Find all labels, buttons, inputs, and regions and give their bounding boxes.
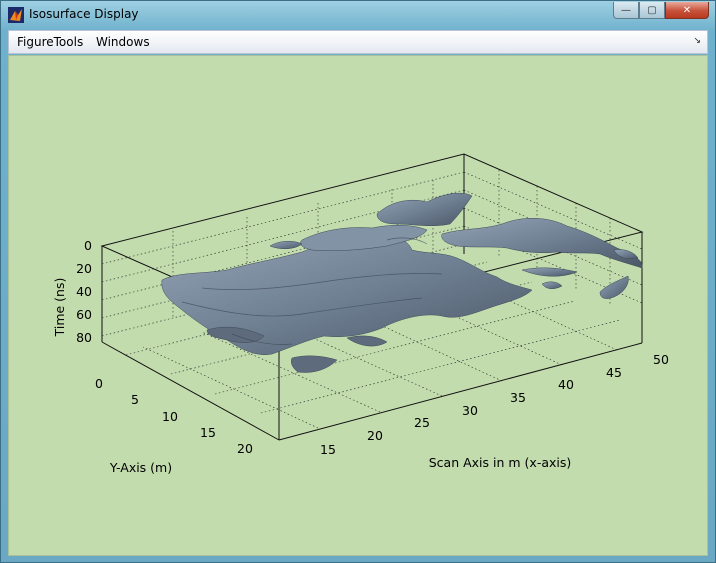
z-axis-ticks: 0 20 40 60 80 bbox=[76, 238, 92, 345]
z-tick-40: 40 bbox=[76, 284, 92, 299]
y-tick-15: 15 bbox=[200, 425, 216, 440]
close-icon: ✕ bbox=[682, 4, 692, 16]
x-tick-35: 35 bbox=[510, 390, 526, 405]
minimize-button[interactable]: — bbox=[613, 2, 639, 19]
x-tick-15: 15 bbox=[320, 442, 336, 457]
z-tick-80: 80 bbox=[76, 330, 92, 345]
y-axis-ticks: 0 5 10 15 20 bbox=[95, 376, 253, 456]
y-axis-label: Y-Axis (m) bbox=[109, 460, 172, 475]
figure-area: 0 20 40 60 80 0 5 10 15 20 15 20 25 30 3… bbox=[8, 55, 708, 556]
x-axis-label: Scan Axis in m (x-axis) bbox=[429, 455, 572, 470]
z-tick-20: 20 bbox=[76, 261, 92, 276]
y-tick-20: 20 bbox=[237, 441, 253, 456]
isosurface-plot: 0 20 40 60 80 0 5 10 15 20 15 20 25 30 3… bbox=[52, 153, 669, 475]
y-tick-5: 5 bbox=[131, 392, 139, 407]
x-tick-50: 50 bbox=[653, 352, 669, 367]
menu-windows[interactable]: Windows bbox=[96, 35, 150, 49]
x-tick-30: 30 bbox=[462, 403, 478, 418]
application-window: Isosurface Display — ▢ ✕ FigureTools Win… bbox=[0, 0, 716, 563]
maximize-icon: ▢ bbox=[647, 4, 657, 16]
y-tick-10: 10 bbox=[162, 409, 178, 424]
minimize-icon: — bbox=[621, 4, 631, 16]
close-button[interactable]: ✕ bbox=[665, 2, 709, 19]
matlab-icon bbox=[8, 7, 24, 23]
menu-bar: FigureTools Windows ↘ bbox=[8, 30, 708, 54]
x-tick-20: 20 bbox=[367, 428, 383, 443]
menu-figuretools[interactable]: FigureTools bbox=[17, 35, 83, 49]
z-tick-60: 60 bbox=[76, 307, 92, 322]
window-title: Isosurface Display bbox=[29, 7, 139, 21]
z-axis-label: Time (ns) bbox=[52, 278, 67, 338]
x-tick-45: 45 bbox=[606, 365, 622, 380]
dock-arrow-icon[interactable]: ↘ bbox=[693, 36, 701, 46]
x-tick-25: 25 bbox=[414, 415, 430, 430]
x-tick-40: 40 bbox=[558, 377, 574, 392]
z-tick-0: 0 bbox=[84, 238, 92, 253]
x-axis-ticks: 15 20 25 30 35 40 45 50 bbox=[320, 352, 669, 457]
maximize-button[interactable]: ▢ bbox=[639, 2, 665, 19]
title-bar[interactable]: Isosurface Display — ▢ ✕ bbox=[1, 1, 715, 29]
y-tick-0: 0 bbox=[95, 376, 103, 391]
